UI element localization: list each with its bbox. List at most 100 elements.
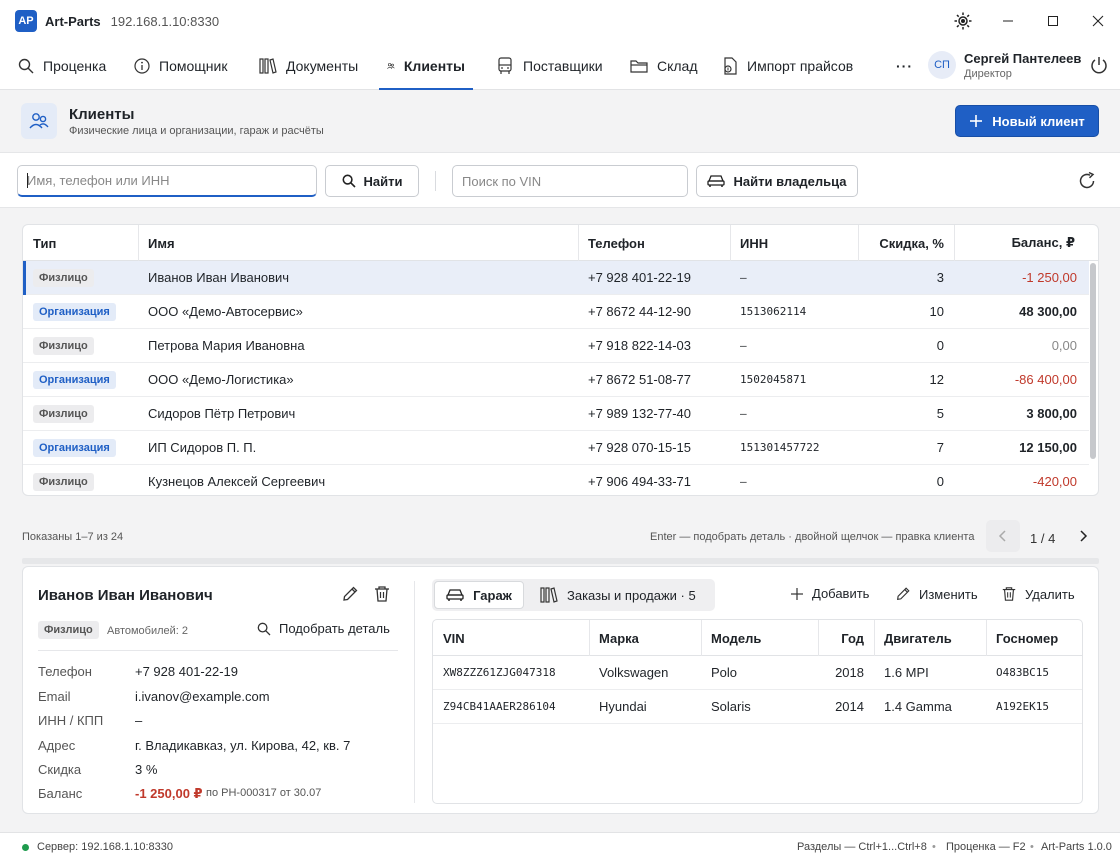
cell-text: – [740, 475, 747, 488]
find-button[interactable]: Найти [325, 165, 419, 197]
car-icon [446, 589, 464, 601]
cell-inn: – [740, 329, 858, 362]
table-row[interactable]: Организация ООО «Демо-Автосервис» +7 8672 … [23, 295, 1089, 329]
nav-tab-warehouse[interactable]: Склад [622, 42, 706, 89]
edit-client-button[interactable] [341, 585, 359, 606]
new-client-button[interactable]: Новый клиент [955, 105, 1099, 137]
sun-icon [954, 12, 971, 30]
nav-tab-assistant[interactable]: Помощник [126, 42, 235, 89]
chevron-right-icon [1080, 530, 1088, 542]
delete-client-button[interactable] [373, 585, 391, 606]
client-type-badge: Организация [33, 438, 116, 457]
trash-icon [1002, 587, 1016, 601]
column-header-year[interactable]: Год [818, 620, 874, 656]
user-name: Сергей Пантелеев [964, 51, 1082, 66]
vin-search-input[interactable]: Поиск по VIN [452, 165, 688, 197]
table-row[interactable]: Физлицо Кузнецов Алексей Сергеевич +7 906 … [23, 465, 1089, 495]
logout-button[interactable] [1090, 56, 1108, 77]
client-detail-panel: Иванов Иван Иванович Физлицо Автомобилей… [22, 566, 1099, 814]
find-owner-button[interactable]: Найти владельца [696, 165, 858, 197]
add-car-button[interactable]: Добавить [790, 586, 869, 601]
table-row[interactable]: Организация ООО «Демо-Логистика» +7 8672 5… [23, 363, 1089, 397]
client-search-placeholder: Имя, телефон или ИНН [27, 173, 170, 188]
column-header-balance[interactable]: Баланс, ₽ [954, 225, 1085, 261]
user-avatar[interactable]: СП [928, 51, 956, 79]
nav-tab-pricing[interactable]: Проценка [10, 42, 114, 89]
column-header-vin[interactable]: VIN [433, 620, 589, 656]
table-row[interactable]: Организация ИП Сидоров П. П. +7 928 070-15… [23, 431, 1089, 465]
nav-bar: Проценка Помощник Документы Клиенты Пост… [0, 42, 1120, 90]
tab-orders-sales[interactable]: Заказы и продажи · 5 [540, 581, 696, 609]
table-scrollbar[interactable] [1090, 263, 1096, 459]
app-version: Art-Parts 1.0.0 [1041, 841, 1112, 853]
cell-inn: – [740, 397, 858, 430]
pricing-hotkey-hint: Проценка — F2 [946, 841, 1026, 853]
column-header-discount[interactable]: Скидка, % [858, 225, 954, 261]
cell-name: ИП Сидоров П. П. [148, 431, 578, 464]
column-header-type[interactable]: Тип [23, 225, 138, 261]
cell-engine: 1.4 Gamma [884, 699, 952, 714]
field-value-email: i.ivanov@example.com [135, 689, 270, 704]
nav-tab-import-prices[interactable]: Импорт прайсов [714, 42, 861, 89]
maximize-button[interactable] [1030, 0, 1075, 42]
page-header: Клиенты Физические лица и организации, г… [0, 90, 1120, 152]
table-row[interactable]: Физлицо Петрова Мария Ивановна +7 918 822-… [23, 329, 1089, 363]
cell-text: 0 [936, 338, 944, 353]
find-button-label: Найти [363, 173, 403, 189]
next-page-button[interactable] [1071, 524, 1095, 548]
cell-plate: А192ЕК15 [996, 700, 1049, 713]
cell-year: 2014 [835, 699, 864, 714]
column-header-plate[interactable]: Госномер [986, 620, 1082, 656]
cell-text: 5 [936, 406, 944, 421]
column-header-inn[interactable]: ИНН [730, 225, 858, 261]
cell-type: Организация [33, 295, 138, 328]
minimize-button[interactable] [985, 0, 1030, 42]
cell-inn: – [740, 465, 858, 495]
page-indicator: 1 / 4 [1030, 531, 1056, 546]
delete-car-button[interactable]: Удалить [1001, 586, 1075, 602]
edit-label: Изменить [919, 586, 978, 602]
field-value-balance: -1 250,00 ₽ [135, 786, 203, 801]
cell-discount: 0 [858, 329, 944, 362]
cell-text: 3 800,00 [1026, 406, 1077, 421]
cell-text: +7 8672 44-12-90 [588, 304, 692, 319]
edit-car-button[interactable]: Изменить [895, 586, 978, 602]
prev-page-button[interactable] [986, 520, 1020, 552]
column-header-engine[interactable]: Двигатель [874, 620, 986, 656]
cell-engine: 1.6 MPI [884, 665, 929, 680]
more-menu-button[interactable]: ··· [888, 42, 921, 89]
table-row[interactable]: Физлицо Сидоров Пётр Петрович +7 989 132-7… [23, 397, 1089, 431]
status-bar: Сервер: 192.168.1.10:8330 Разделы — Ctrl… [0, 832, 1120, 860]
server-online-indicator [22, 844, 29, 851]
refresh-button[interactable] [1077, 171, 1097, 194]
column-header-name[interactable]: Имя [138, 225, 578, 261]
car-row[interactable]: XW8ZZZ61ZJG047318 Volkswagen Polo 2018 1.6 M… [433, 656, 1082, 690]
hotkeys-hint: Разделы — Ctrl+1...Ctrl+8 [797, 841, 927, 853]
client-type-badge: Физлицо [33, 336, 94, 355]
delete-label: Удалить [1025, 586, 1075, 602]
client-type-badge: Организация [33, 302, 116, 321]
car-icon [707, 175, 726, 187]
vin-search-placeholder: Поиск по VIN [462, 173, 542, 189]
file-import-icon [724, 56, 737, 75]
car-row[interactable]: Z94CB41AAER286104 Hyundai Solaris 2014 1.4 G… [433, 690, 1082, 724]
column-header-brand[interactable]: Марка [589, 620, 701, 656]
nav-tab-clients[interactable]: Клиенты [379, 42, 473, 90]
theme-toggle-button[interactable] [940, 0, 985, 42]
panel-splitter[interactable] [22, 558, 1099, 564]
column-header-model[interactable]: Модель [701, 620, 818, 656]
cell-text: -420,00 [1032, 474, 1077, 489]
column-header-phone[interactable]: Телефон [578, 225, 730, 261]
pick-part-button[interactable]: Подобрать деталь [257, 621, 390, 636]
search-icon [257, 622, 271, 635]
client-search-input[interactable]: Имя, телефон или ИНН [17, 165, 317, 197]
table-row[interactable]: Физлицо Иванов Иван Иванович +7 928 401-22… [23, 261, 1089, 295]
users-icon [387, 62, 395, 69]
cell-text: 7 [936, 440, 944, 455]
page-subtitle: Физические лица и организации, гараж и р… [69, 125, 324, 137]
tab-garage[interactable]: Гараж [434, 581, 524, 609]
cell-text: Сидоров Пётр Петрович [148, 406, 296, 421]
close-window-button[interactable] [1075, 0, 1120, 42]
nav-tab-documents[interactable]: Документы [251, 42, 366, 89]
nav-tab-suppliers[interactable]: Поставщики [488, 42, 611, 89]
